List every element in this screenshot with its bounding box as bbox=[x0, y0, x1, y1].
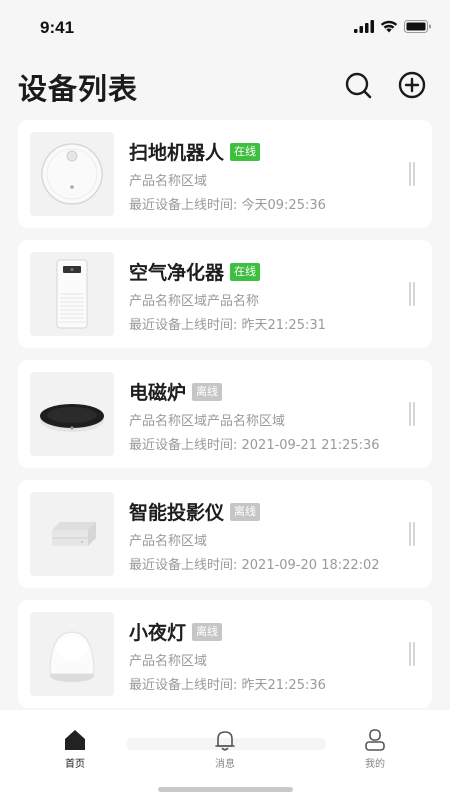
device-region: 产品名称区域 bbox=[129, 534, 208, 549]
device-image-projector bbox=[30, 492, 114, 576]
device-last-online: 最近设备上线时间: 昨天21:25:31 bbox=[129, 318, 326, 333]
device-last-online: 最近设备上线时间: 今天09:25:36 bbox=[129, 198, 326, 213]
search-button[interactable] bbox=[343, 70, 373, 100]
device-region: 产品名称区域 bbox=[129, 174, 208, 189]
header: 设备列表 bbox=[0, 56, 450, 116]
drag-handle-icon[interactable] bbox=[409, 642, 415, 666]
device-card[interactable]: 智能投影仪 离线 产品名称区域 最近设备上线时间: 2021-09-20 18:… bbox=[18, 480, 432, 588]
home-indicator bbox=[158, 787, 293, 792]
drag-handle-icon[interactable] bbox=[409, 162, 415, 186]
status-badge: 离线 bbox=[230, 502, 261, 521]
device-name: 空气净化器 bbox=[129, 262, 225, 284]
search-icon bbox=[345, 72, 372, 99]
device-name: 小夜灯 bbox=[129, 622, 187, 644]
device-image-night-light bbox=[30, 612, 114, 696]
device-image-induction-cooker bbox=[30, 372, 114, 456]
status-bar: 9:41 bbox=[0, 0, 450, 56]
device-image-robot-vacuum bbox=[30, 132, 114, 216]
device-card[interactable]: 小夜灯 离线 产品名称区域 最近设备上线时间: 昨天21:25:36 bbox=[18, 600, 432, 708]
device-last-online: 最近设备上线时间: 昨天21:25:36 bbox=[129, 678, 326, 693]
tab-profile[interactable]: 我的 bbox=[345, 728, 405, 770]
device-name: 扫地机器人 bbox=[129, 142, 225, 164]
device-region: 产品名称区域产品名称 bbox=[129, 294, 260, 309]
tab-label: 我的 bbox=[365, 759, 385, 770]
user-icon bbox=[365, 729, 385, 751]
tab-home[interactable]: 首页 bbox=[45, 728, 105, 770]
wifi-icon bbox=[380, 20, 398, 33]
device-name: 电磁炉 bbox=[129, 382, 187, 404]
drag-handle-icon[interactable] bbox=[409, 402, 415, 426]
bell-icon bbox=[215, 731, 235, 751]
device-image-air-purifier bbox=[30, 252, 114, 336]
add-device-button[interactable] bbox=[397, 70, 427, 100]
device-region: 产品名称区域产品名称区域 bbox=[129, 414, 286, 429]
tab-label: 首页 bbox=[65, 759, 85, 770]
device-name: 智能投影仪 bbox=[129, 502, 225, 524]
status-badge: 在线 bbox=[230, 142, 261, 161]
status-icons bbox=[354, 20, 432, 33]
device-card[interactable]: 空气净化器 在线 产品名称区域产品名称 最近设备上线时间: 昨天21:25:31 bbox=[18, 240, 432, 348]
device-last-online: 最近设备上线时间: 2021-09-20 18:22:02 bbox=[129, 558, 380, 573]
add-icon bbox=[398, 71, 426, 99]
signal-icon bbox=[354, 20, 374, 33]
device-last-online: 最近设备上线时间: 2021-09-21 21:25:36 bbox=[129, 438, 380, 453]
device-card[interactable]: 扫地机器人 在线 产品名称区域 最近设备上线时间: 今天09:25:36 bbox=[18, 120, 432, 228]
device-region: 产品名称区域 bbox=[129, 654, 208, 669]
status-badge: 离线 bbox=[192, 622, 223, 641]
drag-handle-icon[interactable] bbox=[409, 522, 415, 546]
home-icon bbox=[65, 730, 85, 750]
device-card[interactable]: 电磁炉 离线 产品名称区域产品名称区域 最近设备上线时间: 2021-09-21… bbox=[18, 360, 432, 468]
status-time: 9:41 bbox=[40, 18, 75, 37]
device-list: 扫地机器人 在线 产品名称区域 最近设备上线时间: 今天09:25:36 空气净… bbox=[18, 120, 432, 720]
drag-handle-icon[interactable] bbox=[409, 282, 415, 306]
tab-label: 消息 bbox=[215, 759, 235, 770]
battery-icon bbox=[404, 20, 431, 33]
page-title: 设备列表 bbox=[18, 72, 139, 106]
status-badge: 离线 bbox=[192, 382, 223, 401]
tab-messages[interactable]: 消息 bbox=[195, 728, 255, 770]
status-badge: 在线 bbox=[230, 262, 261, 281]
